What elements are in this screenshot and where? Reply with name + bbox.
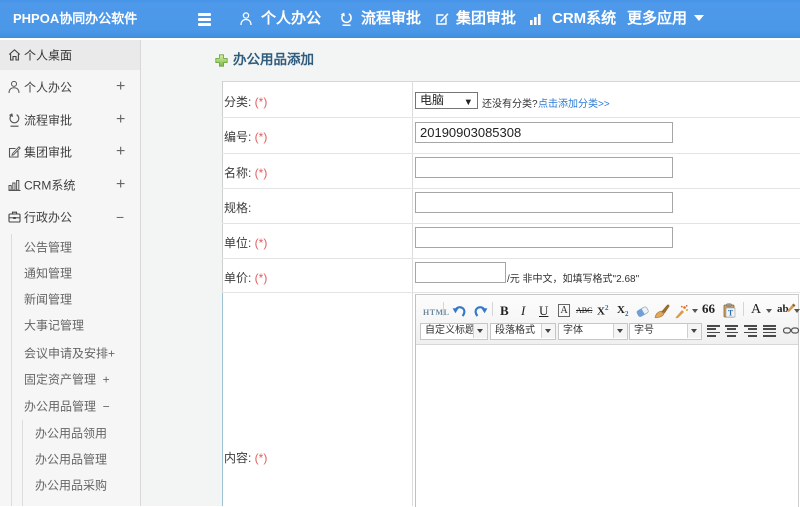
svg-text:T: T <box>728 309 734 318</box>
